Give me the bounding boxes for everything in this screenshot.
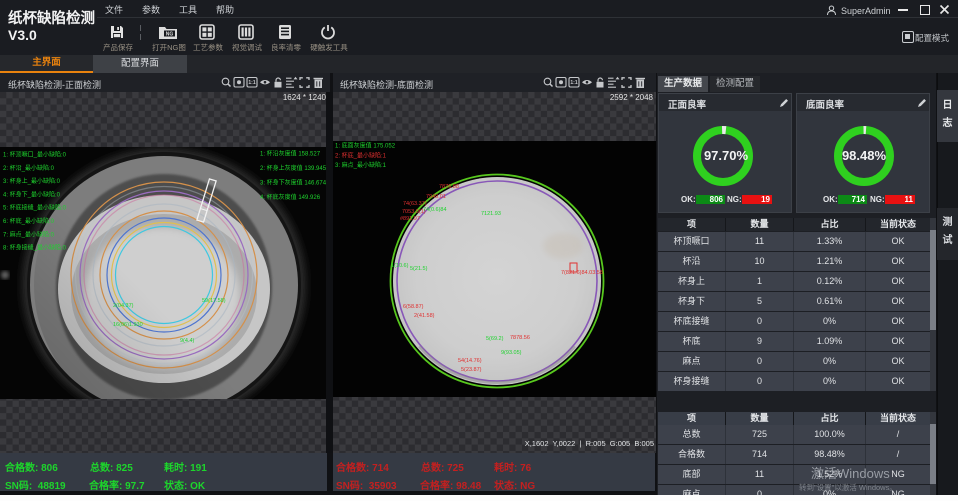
svg-text:5(69.2): 5(69.2) bbox=[486, 336, 504, 342]
svg-text:74(0.6)84: 74(0.6)84 bbox=[423, 207, 447, 213]
svg-text:7876.88: 7876.88 bbox=[439, 184, 459, 190]
svg-text:1:1: 1:1 bbox=[570, 80, 577, 86]
svg-text:9(4.4): 9(4.4) bbox=[180, 338, 195, 344]
svg-text:6(58.87): 6(58.87) bbox=[403, 304, 424, 310]
svg-text:16(06)1.930: 16(06)1.930 bbox=[113, 322, 143, 328]
svg-text:2: 杯身上灰度值 139.945: 2: 杯身上灰度值 139.945 bbox=[260, 164, 326, 172]
svg-text:3: 杯身下灰度值 146.674: 3: 杯身下灰度值 146.674 bbox=[260, 179, 326, 187]
svg-text:2(41.58): 2(41.58) bbox=[414, 313, 435, 319]
svg-text:7949.01: 7949.01 bbox=[426, 194, 446, 200]
svg-text:7121.93: 7121.93 bbox=[481, 211, 501, 217]
svg-text:3: 麻点_最小缺陷:1: 3: 麻点_最小缺陷:1 bbox=[335, 161, 387, 169]
svg-text:4: 杯底灰度值 149.926: 4: 杯底灰度值 149.926 bbox=[260, 193, 321, 201]
svg-text:2(04.37): 2(04.37) bbox=[113, 303, 134, 309]
svg-text:59(17.58): 59(17.58) bbox=[202, 298, 226, 304]
svg-text:1: 杯顶噘口_最小缺陷:0: 1: 杯顶噘口_最小缺陷:0 bbox=[3, 151, 67, 159]
svg-text:3: 杯身上_最小缺陷:0: 3: 杯身上_最小缺陷:0 bbox=[3, 177, 61, 185]
svg-text:1: 杯沿灰度值 158.527: 1: 杯沿灰度值 158.527 bbox=[260, 150, 321, 158]
svg-text:6: 杯底_最小缺陷:0: 6: 杯底_最小缺陷:0 bbox=[3, 217, 55, 225]
svg-text:54(14.76): 54(14.76) bbox=[458, 358, 482, 364]
svg-text:2: 杯沿_最小缺陷:0: 2: 杯沿_最小缺陷:0 bbox=[3, 164, 55, 172]
svg-text:NG: NG bbox=[166, 31, 174, 37]
svg-text:#891.97: #891.97 bbox=[400, 216, 420, 222]
svg-text:7(821.6)84.03.58: 7(821.6)84.03.58 bbox=[561, 270, 603, 276]
svg-text:1:1: 1:1 bbox=[248, 80, 255, 86]
svg-text:5(21.5): 5(21.5) bbox=[410, 266, 428, 272]
svg-text:5: 杯底接缝_最小缺陷:0: 5: 杯底接缝_最小缺陷:0 bbox=[3, 204, 67, 212]
svg-text:1(10.6): 1(10.6) bbox=[391, 263, 409, 269]
svg-text:4: 杯身下_最小缺陷:0: 4: 杯身下_最小缺陷:0 bbox=[3, 190, 61, 198]
svg-text:2: 杯底_最小缺陷:1: 2: 杯底_最小缺陷:1 bbox=[335, 152, 387, 160]
svg-text:7: 麻点_最小缺陷:0: 7: 麻点_最小缺陷:0 bbox=[3, 230, 55, 238]
svg-text:9(93.05): 9(93.05) bbox=[501, 350, 522, 356]
svg-text:5(23.87): 5(23.87) bbox=[461, 367, 482, 373]
svg-text:7878.56: 7878.56 bbox=[510, 335, 530, 341]
svg-text:1: 底面灰度值 175.052: 1: 底面灰度值 175.052 bbox=[335, 142, 396, 150]
svg-text:8: 杯身接缝_最小缺陷:0: 8: 杯身接缝_最小缺陷:0 bbox=[3, 244, 67, 252]
